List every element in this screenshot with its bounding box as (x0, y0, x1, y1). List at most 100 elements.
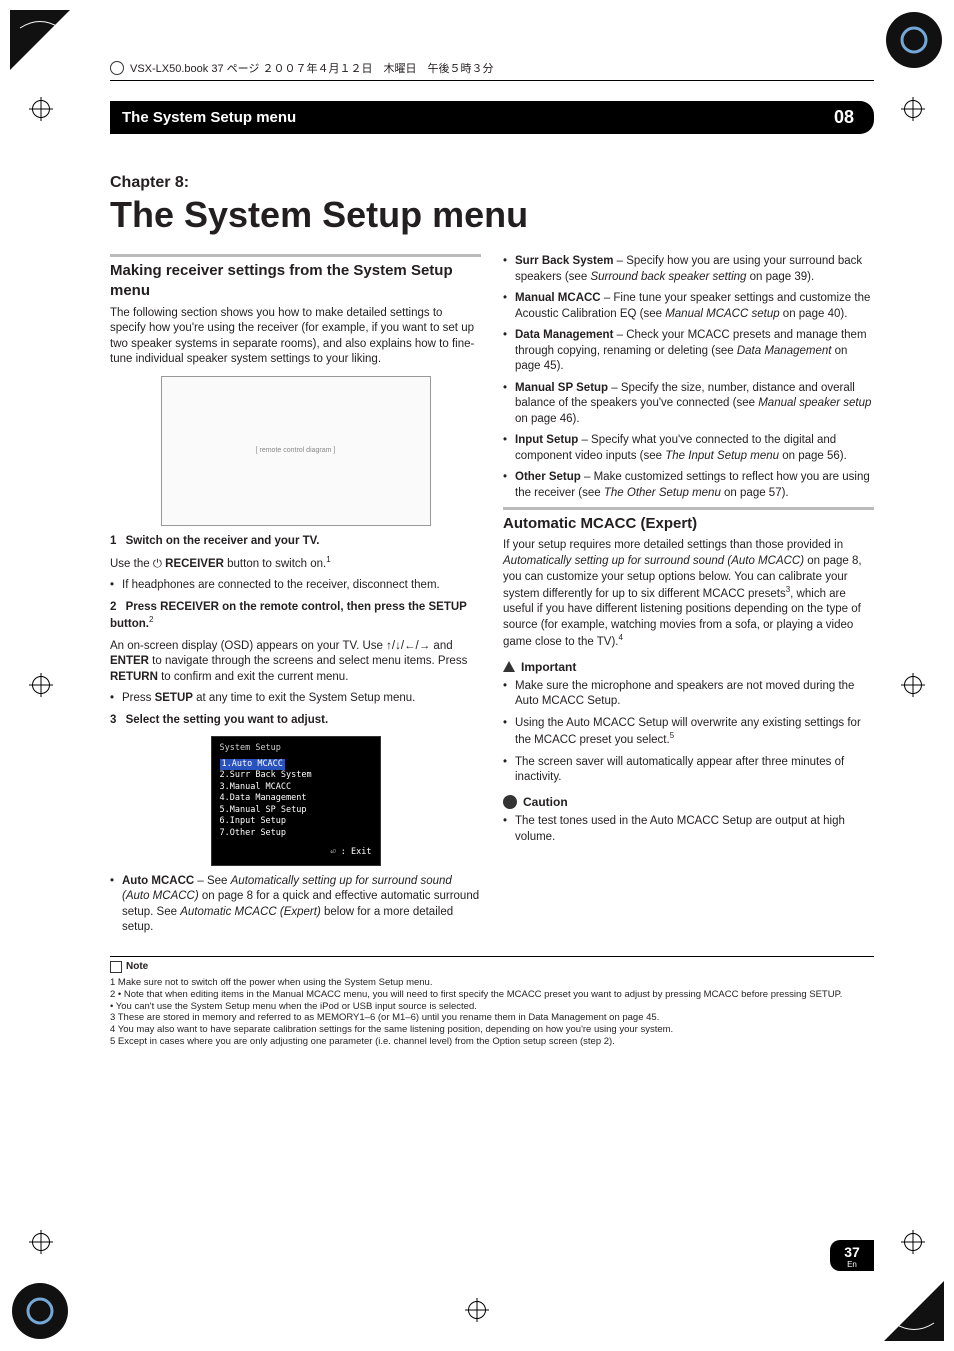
header-title: The System Setup menu (122, 109, 296, 126)
text: to navigate through the screens and sele… (149, 655, 467, 667)
section-heading: Making receiver settings from the System… (110, 254, 481, 302)
xref: Surround back speaker setting (590, 271, 746, 283)
osd-container: System Setup 1.Auto MCACC 2.Surr Back Sy… (110, 736, 481, 865)
footnote-ref: 5 (670, 731, 674, 740)
corner-graphic-bl (10, 1281, 70, 1341)
book-meta-text: VSX-LX50.book 37 ページ ２００７年４月１２日 木曜日 午後５時… (130, 60, 493, 76)
intro-paragraph: The following section shows you how to m… (110, 306, 481, 368)
right-column: Surr Back System – Specify how you are u… (503, 254, 874, 942)
item-label: Surr Back System (515, 255, 613, 267)
corner-graphic-tr (884, 10, 944, 70)
list-item: Manual MCACC – Fine tune your speaker se… (503, 291, 874, 322)
item-label: Other Setup (515, 471, 581, 483)
remote-diagram: [ remote control diagram ] (161, 376, 431, 526)
list-item: The test tones used in the Auto MCACC Se… (503, 814, 874, 845)
caution-callout: Caution (503, 794, 874, 810)
left-column: Making receiver settings from the System… (110, 254, 481, 942)
osd-item: 6.Input Setup (220, 816, 372, 827)
list-item: Using the Auto MCACC Setup will overwrit… (503, 716, 874, 749)
list-item: The screen saver will automatically appe… (503, 755, 874, 786)
osd-exit: ⏎ : Exit (220, 847, 372, 858)
registration-mark (32, 100, 50, 118)
list-item: Input Setup – Specify what you've connec… (503, 433, 874, 464)
xref: Automatically setting up for surround so… (503, 555, 804, 567)
xref: Manual speaker setup (758, 397, 871, 409)
text: on page 40). (780, 308, 848, 320)
return-label: RETURN (110, 671, 158, 683)
osd-item: 5.Manual SP Setup (220, 805, 372, 816)
book-meta-line: VSX-LX50.book 37 ページ ２００７年４月１２日 木曜日 午後５時… (110, 60, 874, 81)
remote-diagram-container: [ remote control diagram ] (110, 376, 481, 526)
caution-label: Caution (523, 794, 568, 810)
arrow-keys-icon: ↑/↓/←/→ (386, 640, 430, 652)
item-label: Input Setup (515, 434, 578, 446)
xref: The Other Setup menu (604, 487, 721, 499)
footnote-line: 5 Except in cases where you are only adj… (110, 1036, 874, 1048)
text: on page 46). (515, 413, 580, 425)
osd-item: 4.Data Management (220, 793, 372, 804)
page-content: VSX-LX50.book 37 ページ ２００７年４月１２日 木曜日 午後５時… (110, 60, 874, 1271)
text: Use the (110, 558, 153, 570)
text: Make sure the microphone and speakers ar… (515, 680, 854, 708)
list-item: Manual SP Setup – Specify the size, numb… (503, 381, 874, 428)
step-3: 3 Select the setting you want to adjust. (110, 713, 481, 729)
footnote-line: 3 These are stored in memory and referre… (110, 1012, 874, 1024)
osd-item: 7.Other Setup (220, 828, 372, 839)
footnote-line: 4 You may also want to have separate cal… (110, 1024, 874, 1036)
xref: The Input Setup menu (665, 450, 779, 462)
item-label: Data Management (515, 329, 613, 341)
text: If your setup requires more detailed set… (503, 539, 843, 551)
text: on page 56). (779, 450, 847, 462)
corner-graphic-br (884, 1281, 944, 1341)
important-label: Important (521, 659, 576, 675)
corner-graphic-tl (10, 10, 70, 70)
step-title: Switch on the receiver and your TV. (126, 535, 320, 547)
xref: Manual MCACC setup (665, 308, 779, 320)
footnote-line: 1 Make sure not to switch off the power … (110, 977, 874, 989)
item-label: Manual MCACC (515, 292, 601, 304)
page-number: 37 (830, 1244, 874, 1260)
note-icon (110, 961, 122, 973)
footnote-ref: 4 (618, 633, 622, 642)
chapter-title: The System Setup menu (110, 194, 874, 236)
step-number: 1 (110, 535, 116, 547)
header-chapter-number: 08 (834, 107, 862, 128)
important-icon (503, 661, 515, 672)
osd-screen: System Setup 1.Auto MCACC 2.Surr Back Sy… (211, 736, 381, 865)
text: on page 39). (746, 271, 814, 283)
step-number: 2 (110, 601, 116, 613)
text: The screen saver will automatically appe… (515, 756, 844, 784)
paragraph: If your setup requires more detailed set… (503, 538, 874, 650)
setup-label: SETUP (155, 692, 193, 704)
registration-mark (468, 1301, 486, 1319)
note-label: Note (110, 961, 148, 974)
list-item: Auto MCACC – See Automatically setting u… (110, 874, 481, 936)
registration-mark (32, 676, 50, 694)
registration-mark (904, 676, 922, 694)
osd-item: 2.Surr Back System (220, 770, 372, 781)
registration-mark (904, 100, 922, 118)
important-callout: Important (503, 659, 874, 675)
step-number: 3 (110, 714, 116, 726)
page-number-badge: 37 En (830, 1240, 874, 1271)
gear-icon (110, 61, 124, 75)
receiver-label: RECEIVER (162, 558, 224, 570)
xref: Data Management (737, 345, 832, 357)
osd-title: System Setup (220, 743, 372, 754)
section-heading: Automatic MCACC (Expert) (503, 507, 874, 534)
list-item: Make sure the microphone and speakers ar… (503, 679, 874, 710)
text: An on-screen display (OSD) appears on yo… (110, 640, 386, 652)
note-label-text: Note (126, 961, 148, 974)
page-lang: En (830, 1260, 874, 1269)
step-2: 2 Press RECEIVER on the remote control, … (110, 600, 481, 633)
text: button to switch on. (224, 558, 326, 570)
text: Using the Auto MCACC Setup will overwrit… (515, 717, 861, 746)
osd-item-selected: 1.Auto MCACC (220, 759, 285, 770)
text: – See (194, 875, 230, 887)
list-item: Other Setup – Make customized settings t… (503, 470, 874, 501)
item-label: Manual SP Setup (515, 382, 608, 394)
text: Press (122, 692, 155, 704)
footnote-block: Note 1 Make sure not to switch off the p… (110, 956, 874, 1048)
footnote-ref: 1 (326, 555, 330, 564)
list-item: Press SETUP at any time to exit the Syst… (110, 691, 481, 707)
